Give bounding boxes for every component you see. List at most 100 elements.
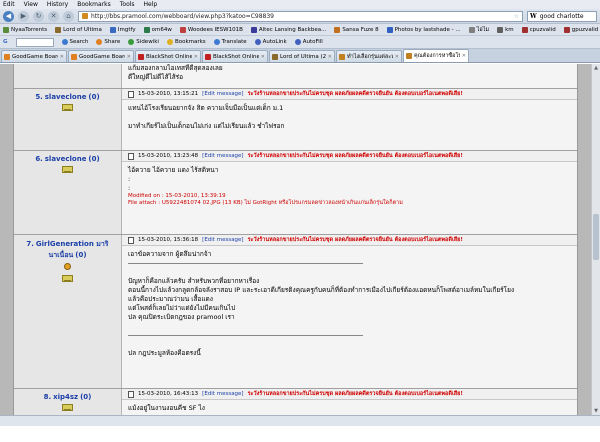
username-link[interactable]: GirlGeneration มาริ (36, 240, 109, 248)
star-icon[interactable]: ☆ (514, 13, 519, 20)
navigation-bar: ◀ ▶ ↻ ✕ ⌂ http://bbs.pramool.com/webboar… (0, 9, 600, 24)
close-icon[interactable]: ✕ (395, 54, 399, 60)
toolbar-search-input[interactable] (15, 37, 54, 47)
body-line (128, 113, 571, 122)
bookmark-item[interactable]: ไอไม (468, 26, 489, 34)
menu-tools[interactable]: Tools (120, 1, 135, 8)
thread: แก้มสองกลามไอเทสที่ดีสุดลองเลย ดีใหญ่ดีไ… (13, 64, 578, 415)
browser-tab[interactable]: GoodGame Board = S...✕ (1, 50, 67, 62)
close-icon[interactable]: ✕ (127, 54, 131, 60)
toolbar-item-3[interactable]: Bookmarks (166, 39, 206, 45)
toolbar-item-5[interactable]: AutoLink (254, 39, 287, 45)
tab-label: BlackShot Online For... (213, 53, 259, 60)
close-icon[interactable]: ✕ (194, 54, 198, 60)
edit-message-link[interactable]: [Edit message] (202, 391, 243, 397)
menu-history[interactable]: History (47, 1, 68, 8)
back-button[interactable]: ◀ (3, 10, 14, 22)
body-line: ไอ้ควาย ไอ้ควาย แดง ไร้สติหนา (128, 166, 219, 174)
menu-view[interactable]: View (24, 1, 38, 8)
google-toolbar: G Search Share Sidewiki Bookmarks Translate A… (0, 36, 600, 49)
home-button[interactable]: ⌂ (63, 10, 74, 22)
envelope-icon[interactable] (62, 104, 73, 111)
body-line: แล้วคือประมาณว่ามน เสื้อแดง (128, 295, 213, 303)
medal-icon (64, 263, 71, 270)
username-link-line2[interactable]: นาเนื่อน (48, 251, 73, 259)
post-author-cell: 7. GirlGeneration มาริ นาเนื่อน (0) (14, 235, 122, 388)
toolbar-item-label: Translate (221, 39, 247, 45)
warning-banner: ระวังร้านหลอกขายประกันไม่ครบชุด ผลดภัยผล… (247, 91, 463, 97)
close-icon[interactable]: ✕ (261, 54, 265, 60)
browser-tab[interactable]: Lord of Ultima (285036)✕ (269, 50, 335, 62)
body-line: มาทำเกียร์ไม่เป็นเด็กอนไม่เก่ง แต่ไม่เรี… (128, 122, 285, 130)
bookmark-label: Altec Lansing Backbea... (258, 26, 327, 33)
bookmark-icon (468, 26, 475, 33)
tab-label: GoodGame Board = K... (79, 53, 125, 60)
close-icon[interactable]: ✕ (60, 54, 64, 60)
browser-tab[interactable]: GoodGame Board = K...✕ (68, 50, 134, 62)
document-icon (128, 152, 134, 160)
toolbar-item-1[interactable]: Share (96, 39, 120, 45)
bookmark-item[interactable]: cpuzvalid (521, 26, 556, 33)
menu-edit[interactable]: Edit (3, 1, 15, 8)
reload-button[interactable]: ↻ (33, 10, 44, 22)
toolbar-item-icon (166, 39, 173, 45)
url-text: http://bbs.pramool.com/webboard/view.php… (91, 12, 274, 20)
envelope-icon[interactable] (62, 166, 73, 173)
scrollbar-thumb[interactable] (593, 214, 599, 260)
browser-tab[interactable]: ทำไงเลือกรุ่นแต่ละหน้า...✕ (336, 50, 402, 62)
search-box[interactable]: W good charlotte (527, 10, 597, 22)
username-link[interactable]: slaveclone (45, 93, 87, 101)
tab-label: GoodGame Board = S... (12, 53, 58, 60)
bookmark-item[interactable]: km (497, 26, 514, 33)
toolbar-item-4[interactable]: Translate (213, 39, 247, 45)
bookmark-item[interactable]: Photos by lastshade - ... (386, 26, 461, 33)
bookmark-item[interactable]: Sansa Fuze 8 (334, 26, 379, 33)
menu-bookmarks[interactable]: Bookmarks (77, 1, 111, 8)
stop-button[interactable]: ✕ (48, 10, 59, 22)
bookmark-item[interactable]: om64w (143, 26, 172, 33)
browser-tab[interactable]: คุณต้องการหาซื้อโน้ต...✕ (403, 49, 469, 62)
bookmark-item[interactable]: NyaaTorrents (3, 26, 47, 33)
url-bar[interactable]: http://bbs.pramool.com/webboard/view.php… (78, 10, 523, 22)
bookmark-item[interactable]: Lord of Ultima (55, 26, 102, 33)
bookmark-label: om64w (151, 26, 172, 33)
forward-button[interactable]: ▶ (18, 10, 29, 22)
edit-message-link[interactable]: [Edit message] (202, 153, 243, 159)
bookmark-label: Woodees IESW101B (187, 26, 243, 33)
browser-tab[interactable]: BlackShot Online For...✕ (202, 50, 268, 62)
post-1: 5. slaveclone (0) 15-03-2010, 13:15:21 [Ed… (14, 89, 577, 151)
envelope-icon[interactable] (62, 404, 73, 411)
scroll-up-icon[interactable]: ▲ (592, 64, 600, 72)
menu-help[interactable]: Help (144, 1, 158, 8)
toolbar-item-2[interactable]: Sidewiki (128, 39, 159, 45)
bookmark-icon (143, 26, 150, 33)
file-attach-link[interactable]: File attach : U5922481074 02.JPG (13 KB)… (128, 200, 571, 207)
scroll-down-icon[interactable]: ▼ (592, 407, 600, 415)
search-input[interactable]: good charlotte (540, 13, 584, 20)
bookmark-item[interactable]: gpuzvalid (563, 26, 598, 33)
bookmark-item[interactable]: Woodees IESW101B (179, 26, 243, 33)
bookmark-icon (563, 26, 570, 33)
toolbar-item-0[interactable]: Search (61, 39, 88, 45)
bookmark-item[interactable]: Altec Lansing Backbea... (250, 26, 327, 33)
tab-favicon (339, 53, 345, 60)
body-line: ปัญหาก็คือกแล้วครับ สำหรับพวกที่อยากหาเร… (128, 277, 260, 285)
envelope-icon[interactable] (62, 275, 73, 282)
vertical-scrollbar[interactable]: ▲ ▼ (591, 64, 600, 415)
body-line: แก้มสองกลามไอเทสที่ดีสุดลองเลย (128, 64, 223, 72)
post-header: 15-03-2010, 13:15:21 [Edit message] ระวังร… (122, 89, 577, 100)
close-icon[interactable]: ✕ (462, 53, 466, 59)
edit-message-link[interactable]: [Edit message] (202, 237, 243, 243)
toolbar-item-label: Sidewiki (136, 39, 159, 45)
stop-icon: ✕ (50, 12, 57, 20)
toolbar-item-6[interactable]: AutoFill (294, 39, 323, 45)
username-link[interactable]: slaveclone (45, 155, 87, 163)
browser-tab[interactable]: BlackShot Online For...✕ (135, 50, 201, 62)
edit-message-link[interactable]: [Edit message] (202, 91, 243, 97)
post-number: 7. (26, 240, 34, 248)
bookmark-item[interactable]: Imgtfy (109, 26, 136, 33)
username-link[interactable]: xip4sz (53, 393, 78, 401)
close-icon[interactable]: ✕ (328, 54, 332, 60)
